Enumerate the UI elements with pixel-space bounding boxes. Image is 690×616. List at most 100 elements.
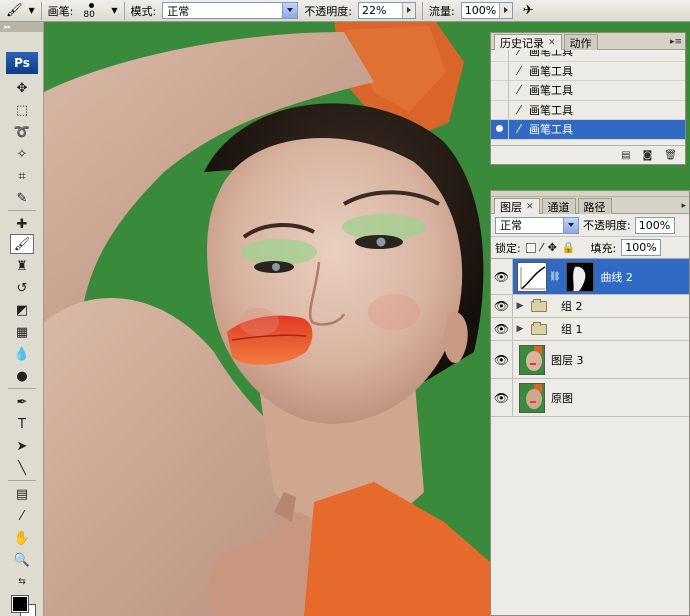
notes-tool-icon[interactable]: ▤ xyxy=(10,484,34,504)
brush-icon: ⁄ xyxy=(517,50,520,59)
layer-row-layer-3[interactable]: 👁 图层 3 xyxy=(491,341,689,379)
move-tool-icon[interactable]: ✥ xyxy=(10,78,34,98)
brush-tool-icon[interactable]: 🖌 xyxy=(10,234,34,254)
lock-row: 锁定: ⁄ ✥ 🔒 填充: 100% xyxy=(491,237,689,259)
tab-layers[interactable]: 图层 ✕ xyxy=(494,198,540,214)
divider xyxy=(8,388,36,389)
crop-tool-icon[interactable]: ⌗ xyxy=(10,166,34,186)
tab-history[interactable]: 历史记录 ✕ xyxy=(494,34,562,50)
history-brush-tool-icon[interactable]: ↺ xyxy=(10,278,34,298)
history-item[interactable]: ⁄ 画笔工具 xyxy=(491,80,685,101)
history-item[interactable]: ⁄ 画笔工具 xyxy=(491,61,685,81)
tool-preset-arrow-icon[interactable]: ▼ xyxy=(29,6,35,15)
visibility-eye-icon[interactable]: 👁 xyxy=(491,318,513,340)
history-item[interactable]: ⁄ 画笔工具 xyxy=(491,100,685,120)
panel-menu-icon[interactable]: ▸≡ xyxy=(670,37,682,47)
trash-icon[interactable]: 🗑 xyxy=(664,150,677,161)
layer-mask-thumbnail[interactable] xyxy=(566,261,595,292)
divider xyxy=(123,1,125,20)
opacity-input[interactable]: 22% xyxy=(357,2,416,19)
opacity-label: 不透明度: xyxy=(304,4,352,18)
history-item-label: 画笔工具 xyxy=(529,64,573,78)
snapshot-checkbox[interactable] xyxy=(491,50,509,61)
blur-tool-icon[interactable]: 💧 xyxy=(10,344,34,364)
path-selection-tool-icon[interactable]: ➤ xyxy=(10,436,34,456)
document-canvas[interactable] xyxy=(44,22,490,616)
lock-position-icon[interactable]: ✥ xyxy=(548,241,557,254)
expand-arrow-icon[interactable]: ▶ xyxy=(513,324,527,334)
layer-row-group-2[interactable]: 👁 ▶ 组 2 xyxy=(491,295,689,318)
snapshot-checkbox[interactable] xyxy=(491,100,509,120)
layer-opacity-value: 100% xyxy=(638,218,671,232)
pen-tool-icon[interactable]: ✒ xyxy=(10,392,34,412)
snapshot-checkbox[interactable] xyxy=(491,61,509,81)
eyedropper-tool-icon[interactable]: ⁄ xyxy=(10,506,34,526)
new-document-from-state-icon[interactable]: ▤ xyxy=(621,150,630,161)
eraser-tool-icon[interactable]: ◩ xyxy=(10,300,34,320)
history-item[interactable]: ⁄ 画笔工具 xyxy=(491,50,685,62)
tab-channels[interactable]: 通道 xyxy=(541,198,576,214)
expand-arrow-icon[interactable]: ▶ xyxy=(513,301,527,311)
healing-brush-tool-icon[interactable]: ✚ xyxy=(10,214,34,234)
visibility-eye-icon[interactable]: 👁 xyxy=(491,259,513,294)
history-item-label: 画笔工具 xyxy=(529,50,573,59)
foreground-color-swatch[interactable] xyxy=(11,595,29,613)
curves-adjustment-icon xyxy=(517,261,547,292)
history-item-selected[interactable]: ⁄ 画笔工具 xyxy=(491,119,685,140)
lock-label: 锁定: xyxy=(495,241,521,255)
layer-row-original[interactable]: 👁 原图 xyxy=(491,379,689,417)
panel-menu-icon[interactable]: ▸ xyxy=(681,201,686,211)
toolbox-grip[interactable]: ▸▸ xyxy=(0,22,43,32)
flow-value: 100% xyxy=(464,4,497,17)
brush-picker-arrow-icon[interactable]: ▼ xyxy=(111,6,117,15)
brush-tool-icon[interactable]: 🖌 xyxy=(6,3,23,18)
flow-input[interactable]: 100% xyxy=(460,2,513,19)
tab-paths[interactable]: 路径 xyxy=(577,198,612,214)
gradient-tool-icon[interactable]: ▦ xyxy=(10,322,34,342)
lock-all-icon[interactable]: 🔒 xyxy=(562,241,576,254)
marquee-tool-icon[interactable]: ⬚ xyxy=(10,100,34,120)
slider-arrow-icon[interactable] xyxy=(401,3,415,18)
magic-wand-tool-icon[interactable]: ✧ xyxy=(10,144,34,164)
snapshot-checkbox[interactable] xyxy=(491,80,509,100)
close-icon[interactable]: ✕ xyxy=(526,202,534,212)
blend-mode-select[interactable]: 正常 xyxy=(495,216,579,234)
fill-input[interactable]: 100% xyxy=(621,239,662,256)
lock-transparency-icon[interactable] xyxy=(525,242,536,253)
tab-label: 通道 xyxy=(547,200,570,214)
photoshop-logo[interactable]: Ps xyxy=(6,52,38,74)
mode-select[interactable]: 正常 xyxy=(162,2,299,19)
history-state-marker-icon[interactable] xyxy=(491,119,509,139)
close-icon[interactable]: ✕ xyxy=(548,38,556,48)
line-tool-icon[interactable]: ╲ xyxy=(10,458,34,478)
zoom-tool-icon[interactable]: 🔍 xyxy=(10,550,34,570)
dodge-tool-icon[interactable]: ● xyxy=(10,366,34,386)
visibility-eye-icon[interactable]: 👁 xyxy=(491,295,513,317)
history-panel: 历史记录 ✕ 动作 ▸≡ ⁄ 画笔工具 ⁄ 画笔工具 ⁄ 画笔工具 ⁄ 画笔工具 xyxy=(490,32,686,165)
hand-tool-icon[interactable]: ✋ xyxy=(10,528,34,548)
history-footer: ▤ ◙ 🗑 xyxy=(491,145,685,165)
chain-link-icon[interactable]: ⛓ xyxy=(549,272,560,282)
brush-picker[interactable]: 80 xyxy=(79,1,105,21)
clone-stamp-tool-icon[interactable]: ♜ xyxy=(10,256,34,276)
slider-arrow-icon[interactable] xyxy=(499,3,512,18)
visibility-eye-icon[interactable]: 👁 xyxy=(491,379,513,416)
visibility-eye-icon[interactable]: 👁 xyxy=(491,341,513,378)
layer-row-curves-2[interactable]: 👁 ⛓ 曲线 2 xyxy=(491,259,689,295)
brush-icon: ⁄ xyxy=(517,122,520,137)
lock-pixels-icon[interactable]: ⁄ xyxy=(541,241,543,254)
new-snapshot-icon[interactable]: ◙ xyxy=(643,150,653,161)
layer-name: 组 1 xyxy=(561,323,583,336)
layer-opacity-input[interactable]: 100% xyxy=(634,216,675,234)
airbrush-icon[interactable]: ✈ xyxy=(523,3,534,18)
tab-actions[interactable]: 动作 xyxy=(563,34,598,50)
swap-colors-icon[interactable]: ⇆ xyxy=(10,572,34,592)
layer-row-group-1[interactable]: 👁 ▶ 组 1 xyxy=(491,318,689,341)
type-tool-icon[interactable]: T xyxy=(10,414,34,434)
slice-tool-icon[interactable]: ✎ xyxy=(10,188,34,208)
lasso-tool-icon[interactable]: ➰ xyxy=(10,122,34,142)
mode-label: 模式: xyxy=(130,4,157,18)
brush-size: 80 xyxy=(83,9,95,20)
fill-value: 100% xyxy=(625,241,657,254)
tab-label: 动作 xyxy=(569,36,592,50)
